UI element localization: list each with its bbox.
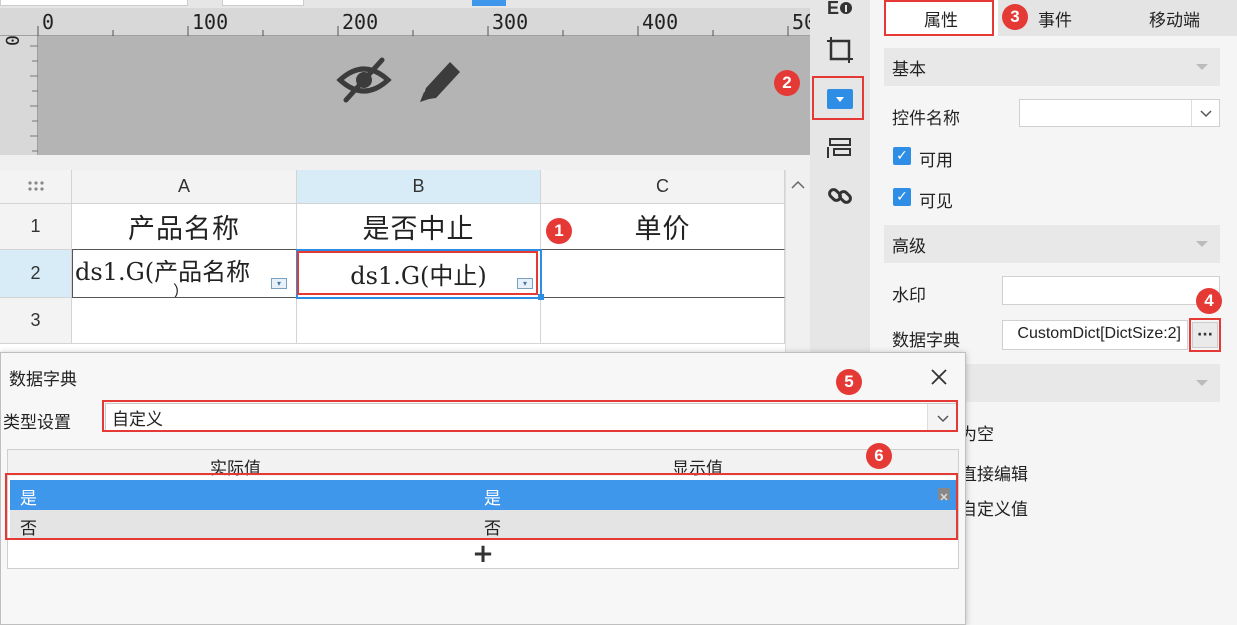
cell-a3[interactable] [72,298,297,344]
section-advanced[interactable]: 高级 [884,225,1220,263]
grid-scrollbar[interactable] [785,170,810,352]
top-active-button[interactable] [472,0,506,6]
top-field[interactable] [0,0,188,6]
top-toolbar-strip [0,0,810,8]
row-header-1[interactable]: 1 [0,204,72,250]
vertical-ruler: 0 [0,35,38,155]
type-setting-label: 类型设置 [3,413,71,433]
marker-3: 3 [1002,4,1028,30]
column-header-c[interactable]: C [541,170,785,204]
marker-5: 5 [836,369,862,395]
cell-c1[interactable]: 单价 [541,204,785,250]
cell-b3[interactable] [297,298,541,344]
annotation-box [102,400,958,432]
dropdown-widget-icon: ▾ [271,278,287,289]
watermark-label: 水印 [892,286,926,306]
watermark-field[interactable] [1002,276,1220,305]
cell-a1[interactable]: 产品名称 [72,204,297,250]
layer-icon[interactable] [824,132,856,164]
eye-slash-icon[interactable] [336,54,392,106]
close-icon[interactable] [927,365,951,389]
annotation-box [297,251,538,295]
control-name-label: 控件名称 [892,109,960,129]
annotation-box [884,0,994,36]
chevron-down-icon [1196,241,1208,247]
section-advanced-label: 高级 [892,236,926,257]
svg-text:E: E [827,0,839,18]
fill-handle[interactable] [538,294,544,300]
horizontal-ruler: 0 100 200 300 400 50 [0,8,816,36]
column-header-a[interactable]: A [72,170,297,204]
marker-4: 4 [1196,288,1222,314]
ruler-tick-label: 400 [642,10,679,34]
row-header-3[interactable]: 3 [0,298,72,344]
widget-settings-icon[interactable]: E [824,0,856,26]
direct-edit-label: 直接编辑 [960,465,1028,485]
section-basic-label: 基本 [892,59,926,80]
cell-c2[interactable] [541,250,785,298]
ruler-tick-label: 0 [42,10,55,34]
chevron-down-icon [1196,64,1208,70]
link-icon[interactable] [824,180,856,212]
tab-mobile[interactable]: 移动端 [1112,0,1237,36]
cell-a2-text: ds1.G(产品名称 [75,258,251,286]
enabled-label: 可用 [919,151,953,171]
annotation-box [5,473,958,540]
add-row-button[interactable]: + [8,538,958,569]
enabled-checkbox[interactable]: ✓ [893,147,911,165]
marker-6: 6 [866,443,892,469]
data-dict-value: CustomDict[DictSize:2] [1017,325,1181,342]
pencil-icon[interactable] [412,54,468,106]
section-basic[interactable]: 基本 [884,48,1220,86]
cell-c3[interactable] [541,298,785,344]
annotation-box [1189,318,1221,352]
data-dict-label: 数据字典 [892,331,960,351]
ruler-tick-label: 200 [342,10,379,34]
visible-label: 可见 [919,192,953,212]
column-header-b[interactable]: B [297,170,541,204]
marker-1: 1 [546,218,572,244]
dialog-title: 数据字典 [9,370,77,390]
cell-a2[interactable]: ds1.G(产品名称 ） ▾ [72,250,297,298]
cell-a2-wrap-text: ） [173,282,190,298]
frame-icon[interactable] [824,34,856,66]
select-all-corner[interactable] [0,170,72,204]
chevron-down-icon [1196,380,1208,386]
custom-value-label: 自定义值 [960,500,1028,520]
cell-b1[interactable]: 是否中止 [297,204,541,250]
top-field[interactable] [222,0,304,6]
data-dict-field[interactable]: CustomDict[DictSize:2] [1002,320,1188,350]
visible-checkbox[interactable]: ✓ [893,188,911,206]
ruler-tick-label: 100 [192,10,229,34]
annotation-box [812,76,864,120]
chevron-down-icon[interactable] [1191,100,1219,126]
row-header-2[interactable]: 2 [0,250,72,298]
marker-2: 2 [774,70,800,96]
control-name-field[interactable] [1019,99,1220,127]
ruler-tick-label: 300 [492,10,529,34]
